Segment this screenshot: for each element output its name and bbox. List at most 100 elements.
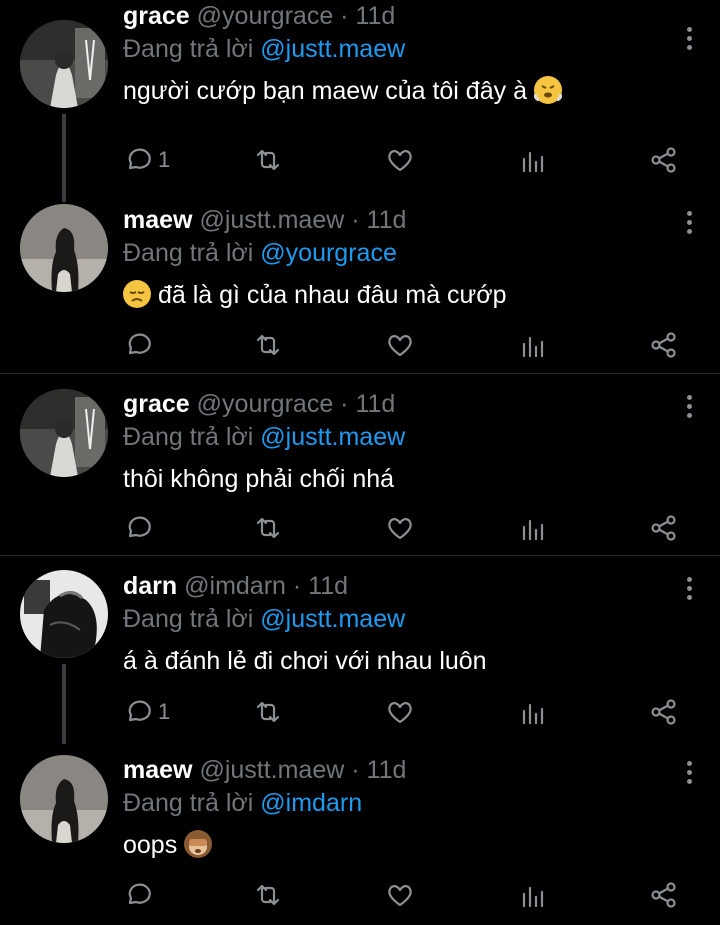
more-options-icon[interactable] [684,392,694,420]
share-button[interactable] [650,143,678,177]
like-button[interactable] [386,695,414,729]
display-name[interactable]: maew [123,756,192,784]
action-bar: 1 [124,143,684,177]
more-options-icon[interactable] [684,208,694,236]
like-button[interactable] [386,878,414,912]
display-name[interactable]: darn [123,572,177,600]
reply-prefix: Đang trả lời [123,605,254,633]
retweet-button[interactable] [254,328,282,362]
reply-icon [128,700,151,722]
separator: · [344,206,367,234]
avatar[interactable] [20,20,108,108]
retweet-icon [256,149,280,171]
mention-link[interactable]: @justt.maew [260,605,405,633]
separator: · [333,390,356,418]
display-name[interactable]: grace [123,2,190,30]
reply-button[interactable] [124,878,158,912]
replying-to: Đang trả lời @yourgrace [123,237,672,269]
like-button[interactable] [386,328,414,362]
timestamp[interactable]: 11d [308,572,348,600]
tweet[interactable]: darn @imdarn · 11d Đang trả lời @justt.m… [0,556,720,744]
handle[interactable]: @imdarn [184,572,286,600]
more-options-icon[interactable] [684,574,694,602]
reply-button[interactable]: 1 [124,695,170,729]
avatar[interactable] [20,204,108,292]
separator: · [344,756,367,784]
analytics-icon [522,519,544,541]
retweet-button[interactable] [254,143,282,177]
maew-avatar-image [20,204,108,292]
separator: · [333,2,356,30]
tweet-text-body: á à đánh lẻ đi chơi với nhau luôn [123,647,487,675]
like-button[interactable] [386,143,414,177]
reply-button[interactable]: 1 [124,143,170,177]
timestamp[interactable]: 11d [367,206,407,234]
handle[interactable]: @justt.maew [199,756,344,784]
tweet-text-body: oops [123,831,178,859]
tweet[interactable]: maew @justt.maew · 11d Đang trả lời @you… [0,190,720,373]
display-name[interactable]: grace [123,390,190,418]
share-icon [651,515,676,541]
analytics-button[interactable] [519,511,547,545]
action-bar: 1 [124,695,684,729]
action-bar [124,511,684,545]
more-options-icon[interactable] [684,758,694,786]
like-button[interactable] [386,511,414,545]
reply-prefix: Đang trả lời [123,423,254,451]
heart-icon [388,702,412,724]
reply-icon [128,883,151,905]
reply-prefix: Đang trả lời [123,789,254,817]
share-icon [651,332,676,358]
handle[interactable]: @yourgrace [197,390,334,418]
mention-link[interactable]: @yourgrace [260,239,397,267]
reply-count: 1 [158,147,171,172]
tweet-text-body: người cướp bạn maew của tôi đây à [123,77,527,105]
heart-icon [388,150,412,172]
share-icon [651,147,676,173]
analytics-button[interactable] [519,695,547,729]
tweet-text: đã là gì của nhau đâu mà cướp [123,279,672,311]
tweet[interactable]: grace @yourgrace · 11d Đang trả lời @jus… [0,374,720,555]
maew-avatar-image [20,755,108,843]
analytics-button[interactable] [519,143,547,177]
grace-avatar-image [20,389,108,477]
avatar[interactable] [20,570,108,658]
timestamp[interactable]: 11d [355,390,395,418]
share-icon [651,882,676,908]
tweet[interactable]: maew @justt.maew · 11d Đang trả lời @imd… [0,740,720,925]
share-button[interactable] [650,328,678,362]
tweet-text: người cướp bạn maew của tôi đây à [123,75,672,107]
analytics-button[interactable] [519,878,547,912]
tweet-text-body: đã là gì của nhau đâu mà cướp [157,281,507,309]
mention-link[interactable]: @justt.maew [260,35,405,63]
heart-icon [388,335,412,357]
retweet-button[interactable] [254,511,282,545]
avatar[interactable] [20,755,108,843]
see-no-evil-monkey-icon [184,830,213,858]
action-bar [124,328,684,362]
retweet-button[interactable] [254,695,282,729]
analytics-icon [522,151,544,173]
share-button[interactable] [650,511,678,545]
analytics-button[interactable] [519,328,547,362]
timestamp[interactable]: 11d [355,2,395,30]
mention-link[interactable]: @justt.maew [260,423,405,451]
avatar[interactable] [20,389,108,477]
share-button[interactable] [650,695,678,729]
thread-line [62,114,66,202]
tweet[interactable]: grace @yourgrace · 11d Đang trả lời @jus… [0,0,720,202]
reply-button[interactable] [124,511,158,545]
display-name[interactable]: maew [123,206,192,234]
retweet-icon [256,884,280,906]
more-options-icon[interactable] [684,24,694,52]
handle[interactable]: @justt.maew [199,206,344,234]
analytics-icon [522,703,544,725]
timestamp[interactable]: 11d [367,756,407,784]
share-button[interactable] [650,878,678,912]
reply-prefix: Đang trả lời [123,239,254,267]
reply-button[interactable] [124,328,158,362]
handle[interactable]: @yourgrace [197,2,334,30]
mention-link[interactable]: @imdarn [260,789,362,817]
grace-avatar-image [20,20,108,108]
retweet-button[interactable] [254,878,282,912]
